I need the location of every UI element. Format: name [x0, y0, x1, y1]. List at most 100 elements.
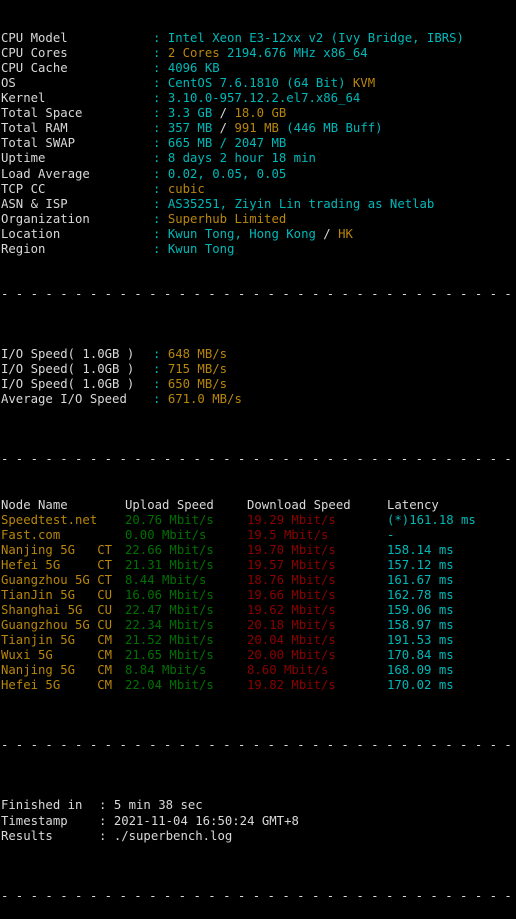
sysinfo-label: Region [1, 241, 46, 256]
io-value: 648 MB/s [167, 347, 228, 362]
latency: 158.97 ms [387, 617, 454, 632]
upload-speed: 0.00 Mbit/s [125, 527, 207, 542]
io-speed-block: I/O Speed( 1.0GB ): 648 MB/s I/O Speed( 1… [1, 332, 516, 422]
summary-value: 5 min 38 sec [113, 798, 203, 813]
sysinfo-row: Organization: Superhub Limited [1, 212, 516, 227]
node-isp: CM [75, 632, 113, 647]
sysinfo-value-secondary: 18.0 GB [234, 106, 287, 121]
summary-block: Finished in: 5 min 38 sec Timestamp: 2021… [1, 783, 516, 858]
system-info-block: CPU Model: Intel Xeon E3-12xx v2 (Ivy Br… [1, 31, 516, 257]
speedtest-row: Guangzhou 5G CU 22.34 Mbit/s 20.18 Mbit/s 1… [1, 618, 516, 633]
upload-speed: 22.04 Mbit/s [125, 678, 214, 693]
sysinfo-label: Kernel [1, 91, 46, 106]
io-value: 671.0 MB/s [167, 392, 242, 407]
node-isp: CU [89, 617, 113, 632]
upload-speed: 22.47 Mbit/s [125, 602, 214, 617]
upload-speed: 8.44 Mbit/s [125, 572, 207, 587]
separator-dashes: - - - - - - - - - - - - - - - - - - - - … [1, 452, 512, 467]
latency: 162.78 ms [387, 587, 454, 602]
node-isp [60, 528, 97, 542]
download-speed: 8.60 Mbit/s [247, 663, 329, 678]
sysinfo-row: Region: Kwun Tong [1, 242, 516, 257]
latency: - [387, 527, 395, 542]
sysinfo-row: CPU Model: Intel Xeon E3-12xx v2 (Ivy Br… [1, 31, 516, 46]
sysinfo-row: Location: Kwun Tong, Hong Kong / HK [1, 227, 516, 242]
upload-speed: 21.52 Mbit/s [125, 632, 214, 647]
upload-speed: 21.65 Mbit/s [125, 648, 214, 663]
download-speed: 18.76 Mbit/s [247, 572, 336, 587]
upload-speed: 16.06 Mbit/s [125, 587, 214, 602]
sysinfo-row: CPU Cores: 2 Cores 2194.676 MHz x86_64 [1, 46, 516, 61]
sysinfo-row: Kernel: 3.10.0-957.12.2.el7.x86_64 [1, 91, 516, 106]
speedtest-row: Fast.com 0.00 Mbit/s 19.5 Mbit/s - [1, 528, 516, 543]
node-name: Speedtest.net [1, 512, 98, 527]
sysinfo-label: Total RAM [1, 121, 68, 136]
separator-dashes: - - - - - - - - - - - - - - - - - - - - … [1, 286, 512, 301]
sysinfo-value-primary: Superhub Limited [167, 211, 287, 226]
io-row: I/O Speed( 1.0GB ): 648 MB/s [1, 347, 516, 362]
speedtest-row: Speedtest.net 20.76 Mbit/s 19.29 Mbit/s (*… [1, 513, 516, 528]
separator-line-3: - - - - - - - - - - - - - - - - - - - - … [1, 738, 516, 753]
sysinfo-label: Organization [1, 211, 90, 226]
value-divider: / [323, 226, 331, 241]
sysinfo-value-primary: Kwun Tong, Hong Kong [167, 226, 316, 241]
sysinfo-row: CPU Cache: 4096 KB [1, 61, 516, 76]
sysinfo-label: Total SWAP [1, 136, 76, 151]
sysinfo-value-secondary: KVM [352, 76, 376, 91]
node-isp [97, 513, 104, 527]
sysinfo-value-primary: Kwun Tong [167, 241, 235, 256]
sysinfo-row: Total SWAP: 665 MB / 2047 MB [1, 136, 516, 151]
node-name: Guangzhou 5G [1, 617, 90, 632]
node-name: Shanghai 5G [1, 602, 83, 617]
terminal-output: CPU Model: Intel Xeon E3-12xx v2 (Ivy Br… [0, 0, 516, 919]
speedtest-header-row: Node Name Upload Speed Download Speed Laten… [1, 498, 516, 513]
speedtest-row: Nanjing 5G CT 22.66 Mbit/s 19.70 Mbit/s 158… [1, 543, 516, 558]
node-cell: Guangzhou 5G CT [1, 573, 125, 588]
download-speed: 19.57 Mbit/s [247, 557, 336, 572]
upload-speed: 22.66 Mbit/s [125, 542, 214, 557]
summary-label: Results [1, 828, 53, 843]
latency: 170.84 ms [387, 648, 454, 663]
latency: 168.09 ms [387, 663, 454, 678]
sysinfo-colon: : [153, 226, 161, 241]
sysinfo-colon: : [153, 121, 161, 136]
node-isp: CM [52, 648, 113, 663]
node-name: Nanjing 5G [1, 663, 76, 678]
io-colon: : [153, 377, 161, 392]
column-header-upload: Upload Speed [125, 497, 214, 512]
speedtest-row: Tianjin 5G CM 21.52 Mbit/s 20.04 Mbit/s 191… [1, 633, 516, 648]
node-isp: CT [89, 572, 113, 587]
download-speed: 20.18 Mbit/s [247, 617, 336, 632]
node-cell: Hefei 5G CT [1, 558, 125, 573]
io-label: I/O Speed( 1.0GB ) [1, 362, 135, 377]
summary-colon: : [99, 828, 107, 843]
sysinfo-value-primary: 665 MB / 2047 MB [167, 136, 287, 151]
separator-line-1: - - - - - - - - - - - - - - - - - - - - … [1, 287, 516, 302]
node-cell: Shanghai 5G CU [1, 603, 125, 618]
node-cell: Speedtest.net [1, 513, 125, 528]
value-divider: / [219, 106, 228, 121]
download-speed: 19.82 Mbit/s [247, 678, 336, 693]
sysinfo-value-primary: AS35251, Ziyin Lin trading as Netlab [167, 196, 435, 211]
separator-dashes: - - - - - - - - - - - - - - - - - - - - … [1, 888, 512, 903]
sysinfo-value-secondary: 2194.676 MHz x86_64 [227, 46, 368, 61]
io-colon: : [153, 362, 161, 377]
summary-row: Timestamp: 2021-11-04 16:50:24 GMT+8 [1, 814, 516, 829]
node-cell: Wuxi 5G CM [1, 648, 125, 663]
sysinfo-value-secondary: 991 MB [234, 121, 279, 136]
summary-colon: : [99, 813, 107, 828]
io-label: I/O Speed( 1.0GB ) [1, 377, 135, 392]
upload-speed: 21.31 Mbit/s [125, 557, 214, 572]
node-name: Fast.com [1, 527, 61, 542]
io-value: 715 MB/s [167, 362, 228, 377]
node-cell: Hefei 5G CM [1, 678, 125, 693]
download-speed: 20.00 Mbit/s [247, 648, 336, 663]
latency: 170.02 ms [387, 678, 454, 693]
node-isp: CM [60, 678, 113, 693]
sysinfo-colon: : [153, 136, 161, 151]
sysinfo-colon: : [153, 46, 161, 61]
sysinfo-value-primary: 4096 KB [167, 61, 220, 76]
